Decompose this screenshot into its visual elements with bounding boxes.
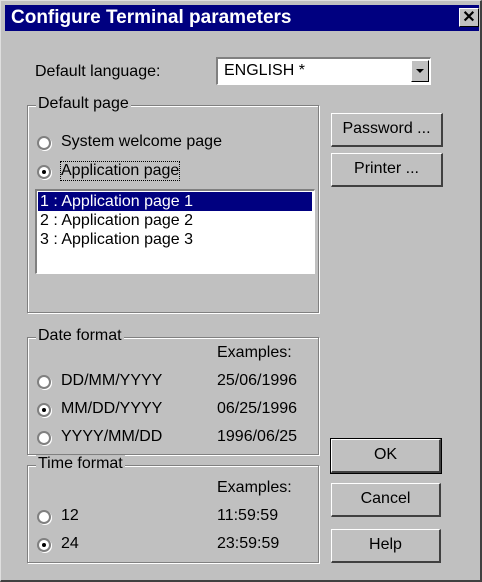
- time-format-24-radio[interactable]: [37, 538, 51, 552]
- printer-button[interactable]: Printer ...: [331, 153, 443, 187]
- chevron-down-icon: [416, 69, 424, 73]
- time-examples-label: Examples:: [217, 479, 292, 496]
- date-format-example: 06/25/1996: [217, 400, 298, 417]
- password-button[interactable]: Password ...: [331, 113, 443, 147]
- application-page-list[interactable]: 1 : Application page 1 2 : Application p…: [35, 189, 315, 274]
- date-format-example: 1996/06/25: [217, 428, 298, 445]
- list-item[interactable]: 1 : Application page 1: [38, 192, 312, 211]
- time-format-example: 23:59:59: [217, 535, 280, 552]
- date-format-option-label[interactable]: DD/MM/YYYY: [61, 372, 162, 390]
- password-button-label: Password ...: [342, 120, 431, 137]
- default-language-select[interactable]: ENGLISH *: [216, 57, 431, 85]
- cancel-button[interactable]: Cancel: [331, 483, 441, 517]
- window-title: Configure Terminal parameters: [11, 7, 292, 28]
- system-welcome-page-radio[interactable]: [37, 136, 51, 150]
- help-button-label: Help: [369, 536, 402, 553]
- default-language-value: ENGLISH *: [224, 62, 305, 79]
- time-format-option-label[interactable]: 24: [61, 535, 79, 553]
- configure-terminal-dialog: Configure Terminal parameters ✕ Default …: [0, 0, 482, 582]
- system-welcome-page-label[interactable]: System welcome page: [61, 133, 222, 151]
- default-page-title: Default page: [36, 95, 131, 113]
- default-language-label: Default language:: [35, 63, 161, 80]
- date-format-title: Date format: [36, 327, 124, 345]
- date-examples-label: Examples:: [217, 344, 292, 361]
- time-format-example: 11:59:59: [217, 507, 279, 524]
- ok-button-label: OK: [373, 446, 398, 463]
- dropdown-button[interactable]: [411, 60, 429, 82]
- time-format-12-radio[interactable]: [37, 510, 51, 524]
- list-item[interactable]: 3 : Application page 3: [38, 230, 312, 249]
- list-item[interactable]: 2 : Application page 2: [38, 211, 312, 230]
- cancel-button-label: Cancel: [360, 490, 411, 507]
- application-page-radio[interactable]: [37, 165, 51, 179]
- close-icon: ✕: [462, 9, 476, 26]
- date-format-yyyy-mm-dd-radio[interactable]: [37, 431, 51, 445]
- date-format-dd-mm-yyyy-radio[interactable]: [37, 375, 51, 389]
- close-button[interactable]: ✕: [459, 8, 479, 27]
- ok-button[interactable]: OK: [330, 438, 442, 474]
- date-format-option-label[interactable]: YYYY/MM/DD: [61, 428, 162, 446]
- printer-button-label: Printer ...: [354, 160, 419, 177]
- date-format-mm-dd-yyyy-radio[interactable]: [37, 403, 51, 417]
- title-bar[interactable]: Configure Terminal parameters ✕: [5, 5, 479, 31]
- time-format-title: Time format: [36, 455, 125, 473]
- help-button[interactable]: Help: [331, 529, 441, 563]
- date-format-option-label[interactable]: MM/DD/YYYY: [61, 400, 162, 418]
- time-format-option-label[interactable]: 12: [61, 507, 79, 525]
- date-format-example: 25/06/1996: [217, 372, 298, 389]
- application-page-label[interactable]: Application page: [59, 161, 181, 181]
